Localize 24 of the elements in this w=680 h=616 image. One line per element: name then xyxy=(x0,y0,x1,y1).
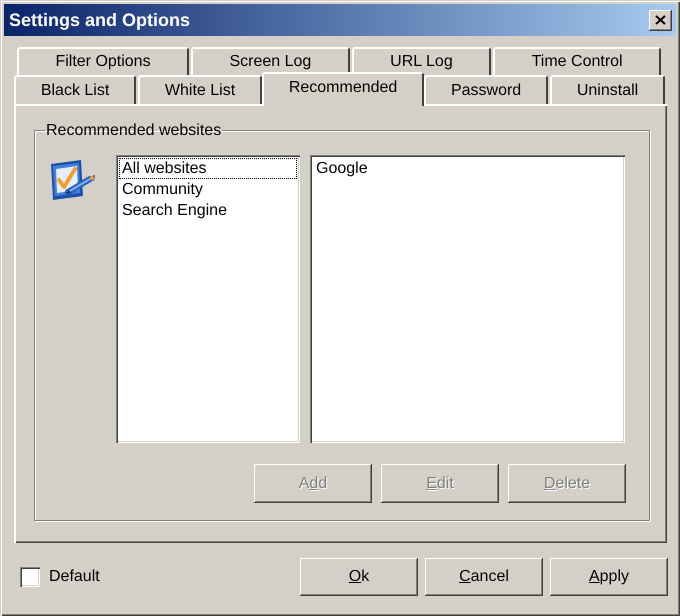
window-title: Settings and Options xyxy=(9,8,190,32)
checkbox-label[interactable]: Default xyxy=(49,567,100,587)
tab[interactable]: Screen Log xyxy=(191,47,350,75)
tab[interactable]: Time Control xyxy=(493,47,662,75)
list-item[interactable]: Google xyxy=(313,158,622,179)
default-checkbox[interactable] xyxy=(20,567,40,587)
tab[interactable]: Black List xyxy=(14,75,136,104)
tab[interactable]: Recommended xyxy=(262,72,424,106)
list-item[interactable]: Community xyxy=(119,179,297,200)
close-icon xyxy=(655,15,666,25)
ok-button[interactable]: Ok xyxy=(300,558,418,596)
tab[interactable]: Uninstall xyxy=(550,75,666,104)
close-button[interactable] xyxy=(649,10,672,30)
list-item[interactable]: Search Engine xyxy=(119,200,297,221)
tab[interactable]: Filter Options xyxy=(17,47,190,75)
group-title: Recommended websites xyxy=(45,121,222,140)
tab[interactable]: White List xyxy=(138,75,262,104)
tab[interactable]: URL Log xyxy=(352,47,492,75)
website-list[interactable]: Google xyxy=(310,155,625,443)
list-item[interactable]: All websites xyxy=(119,158,297,179)
cancel-button[interactable]: Cancel xyxy=(425,558,543,596)
category-list[interactable]: All websites Community Search Engine xyxy=(116,155,300,443)
tab[interactable]: Password xyxy=(424,75,548,104)
apply-button[interactable]: Apply xyxy=(550,558,668,596)
